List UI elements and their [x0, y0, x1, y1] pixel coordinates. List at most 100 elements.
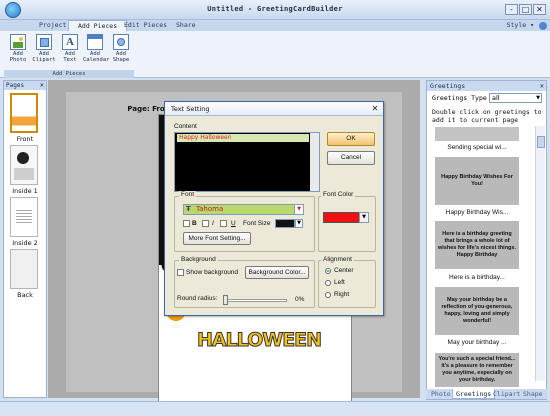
close-button[interactable]: ✕ — [533, 4, 546, 15]
greeting-caption: Sending special wi... — [447, 144, 507, 151]
greeting-card[interactable]: You're such a special friend... it's a p… — [435, 353, 519, 387]
greeting-caption: Here is a birthday... — [449, 274, 505, 281]
tab-clipart[interactable]: Clipart — [490, 389, 523, 399]
greeting-card[interactable] — [435, 127, 519, 141]
ribbon-group-label: Add Pieces — [4, 70, 134, 78]
tab-greetings[interactable]: Greetings — [452, 389, 496, 399]
chevron-down-icon[interactable]: ▼ — [295, 219, 303, 228]
background-color-button[interactable]: Background Color... — [245, 266, 309, 279]
chevron-down-icon: ▼ — [536, 95, 540, 101]
underline-label: U — [231, 220, 236, 227]
window-title: Untitled - GreetingCardBuilder — [207, 5, 343, 13]
dialog-title: Text Setting ✕ — [165, 102, 383, 116]
font-name: Tahoma — [196, 205, 224, 213]
text-icon: A — [62, 34, 78, 50]
font-select[interactable]: Ŧ Tahoma ▼ — [183, 204, 304, 215]
greeting-caption: Happy Birthday Wis... — [445, 209, 509, 216]
tab-shape[interactable]: Shape — [520, 389, 546, 399]
greeting-card[interactable]: May your birthday be a reflection of you… — [435, 287, 519, 335]
font-type-icon: Ŧ — [186, 205, 191, 213]
greeting-card[interactable]: Here is a birthday greeting that brings … — [435, 221, 519, 269]
greeting-caption: May your birthday ... — [447, 339, 507, 346]
title-bar: Untitled - GreetingCardBuilder - □ ✕ — [0, 0, 550, 20]
help-icon[interactable] — [539, 22, 547, 30]
dialog-title-text: Text Setting — [171, 105, 210, 113]
cancel-button[interactable]: Cancel — [327, 151, 375, 165]
maximize-button[interactable]: □ — [519, 4, 532, 15]
shape-icon — [113, 34, 129, 50]
page-label: Back — [17, 291, 33, 299]
round-radius-slider[interactable] — [223, 295, 228, 305]
add-clipart-button[interactable]: Add Clipart — [32, 34, 56, 69]
page-label: Inside 2 — [12, 239, 38, 247]
status-bar — [0, 401, 550, 416]
bold-checkbox[interactable] — [183, 220, 190, 227]
add-clipart-label2: Clipart — [32, 57, 56, 63]
font-color-label: Font Color — [321, 191, 356, 198]
align-left-label: Left — [334, 279, 345, 286]
close-icon[interactable]: ✕ — [540, 81, 544, 91]
add-calendar-label2: Calendar — [83, 57, 110, 63]
page-label: Front — [16, 135, 34, 143]
halloween-text[interactable]: HALLOWEEN — [179, 329, 339, 352]
greetings-type-select[interactable]: all ▼ — [489, 93, 542, 103]
greetings-panel-header: Greetings ✕ — [427, 81, 546, 91]
greetings-hint: Double click on greetings to add it to c… — [432, 108, 542, 124]
greetings-type-value: all — [492, 94, 500, 102]
italic-checkbox[interactable] — [202, 220, 209, 227]
close-icon[interactable]: ✕ — [40, 81, 44, 90]
text-setting-dialog: Text Setting ✕ Content Happy Halloween O… — [164, 101, 384, 316]
round-radius-slider-track[interactable] — [227, 299, 287, 302]
add-shape-button[interactable]: Add Shape — [109, 34, 133, 69]
add-text-button[interactable]: A Add Text — [58, 34, 82, 69]
greetings-scrollbar[interactable] — [535, 126, 545, 381]
page-thumb-front[interactable] — [10, 93, 38, 133]
font-size-label: Font Size — [243, 220, 271, 227]
photo-icon — [10, 34, 26, 50]
clipart-icon — [36, 34, 52, 50]
show-background-checkbox[interactable] — [177, 269, 184, 276]
style-menu[interactable]: Style ▾ — [507, 20, 534, 31]
italic-label: I — [212, 220, 214, 227]
tab-photo[interactable]: Photo — [428, 389, 454, 399]
more-font-setting-button[interactable]: More Font Setting... — [183, 232, 251, 245]
underline-checkbox[interactable] — [220, 220, 227, 227]
align-right-label: Right — [334, 291, 350, 298]
greetings-type-label: Greetings Type — [432, 94, 487, 102]
add-calendar-button[interactable]: Add Calendar — [83, 34, 110, 69]
pages-panel: Pages ✕ Front Inside 1 Inside 2 Back — [3, 80, 47, 398]
align-center-radio[interactable] — [325, 268, 331, 274]
font-size-select[interactable] — [275, 219, 295, 228]
add-photo-label2: Photo — [9, 57, 27, 63]
close-icon[interactable]: ✕ — [370, 104, 380, 114]
pages-panel-title: Pages — [6, 82, 25, 89]
page-thumb-inside-1[interactable] — [10, 145, 38, 185]
align-left-radio[interactable] — [325, 280, 331, 286]
pages-panel-header: Pages ✕ — [4, 81, 46, 90]
scroll-thumb[interactable] — [537, 136, 545, 148]
calendar-icon — [87, 34, 103, 50]
add-photo-button[interactable]: Add Photo — [6, 34, 30, 69]
content-text: Happy Halloween — [177, 134, 309, 142]
page-thumb-inside-2[interactable] — [10, 197, 38, 237]
bold-label: B — [192, 220, 197, 227]
chevron-down-icon[interactable]: ▼ — [359, 212, 369, 223]
page-thumb-back[interactable] — [10, 249, 38, 289]
add-text-label2: Text — [63, 57, 77, 63]
round-radius-value: 0% — [295, 296, 305, 303]
greetings-panel-title: Greetings — [430, 82, 466, 90]
greeting-card[interactable]: Happy Birthday Wishes For You! — [435, 157, 519, 205]
background-label: Background — [179, 256, 218, 263]
align-right-radio[interactable] — [325, 292, 331, 298]
ok-button[interactable]: OK — [327, 132, 375, 146]
content-scrollbar[interactable] — [310, 133, 319, 191]
font-label: Font — [179, 191, 197, 198]
content-textarea[interactable]: Happy Halloween — [174, 132, 320, 192]
tab-share[interactable]: Share — [167, 20, 205, 31]
show-background-label: Show background — [186, 269, 239, 276]
align-center-label: Center — [334, 267, 354, 274]
round-radius-label: Round radius: — [177, 295, 218, 302]
font-color-group — [318, 196, 376, 252]
minimize-button[interactable]: - — [505, 4, 518, 15]
add-shape-label2: Shape — [112, 57, 130, 63]
